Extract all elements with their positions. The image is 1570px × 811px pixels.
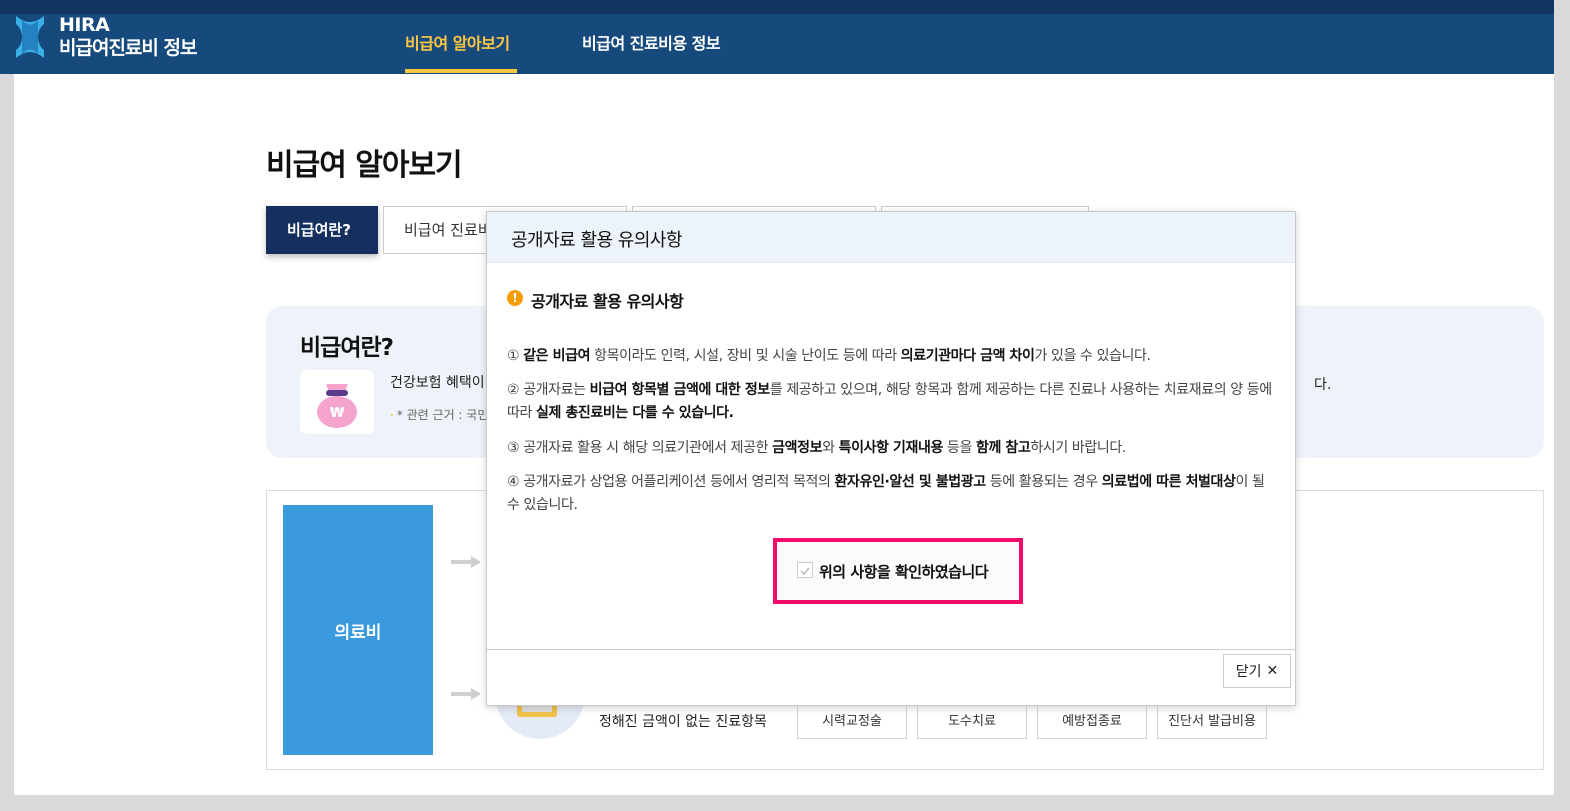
page-scrollbar[interactable] xyxy=(1554,0,1570,811)
svg-text:₩: ₩ xyxy=(330,406,345,421)
page-title: 비급여 알아보기 xyxy=(266,148,463,183)
notice-item-2: ② 공개자료는 비급여 항목별 금액에 대한 정보를 제공하고 있으며, 해당 … xyxy=(507,382,1272,421)
chip-vision-correction: 시력교정술 xyxy=(797,703,907,739)
arrow-right-icon xyxy=(451,688,481,700)
medical-cost-box: 의료비 xyxy=(283,505,433,755)
modal-header: 공개자료 활용 유의사항 xyxy=(487,212,1295,263)
site-header: HIRA 비급여진료비 정보 비급여 알아보기 비급여 진료비용 정보 xyxy=(0,14,1570,74)
nav-item-cost-info[interactable]: 비급여 진료비용 정보 xyxy=(582,30,721,54)
diagram-lower-text: 정해진 금액이 없는 진료항목 xyxy=(599,714,767,730)
warning-icon: ! xyxy=(507,290,523,306)
tab-what-is-noncovered[interactable]: 비급여란? xyxy=(266,206,378,254)
arrow-right-icon xyxy=(451,556,481,568)
close-button[interactable]: 닫기 ✕ xyxy=(1223,654,1291,688)
close-icon: ✕ xyxy=(1266,663,1279,679)
notice-item-3: ③ 공개자료 활용 시 해당 의료기관에서 제공한 금액정보와 특이사항 기재내… xyxy=(507,440,1126,456)
modal-title: 공개자료 활용 유의사항 xyxy=(511,230,683,251)
notice-modal: 공개자료 활용 유의사항 ! 공개자료 활용 유의사항 ① 같은 비급여 항목이… xyxy=(486,211,1296,706)
info-title: 비급여란? xyxy=(300,335,394,361)
logo-text-service[interactable]: 비급여진료비 정보 xyxy=(59,33,197,60)
chip-manual-therapy: 도수치료 xyxy=(917,703,1027,739)
notice-item-4: ④ 공개자료가 상업용 어플리케이션 등에서 영리적 목적의 환자유인·알선 및… xyxy=(507,474,1265,513)
info-description-end: 다. xyxy=(1314,377,1332,393)
confirm-checkbox[interactable] xyxy=(797,562,813,578)
nav-item-about[interactable]: 비급여 알아보기 xyxy=(405,30,510,54)
chip-vaccination: 예방접종료 xyxy=(1037,703,1147,739)
checkmark-icon xyxy=(800,567,810,576)
chip-certificate-fee: 진단서 발급비용 xyxy=(1157,703,1267,739)
nav-active-underline xyxy=(405,69,517,73)
top-strip xyxy=(0,0,1570,14)
close-button-label: 닫기 xyxy=(1235,664,1262,680)
notice-section-title: 공개자료 활용 유의사항 xyxy=(531,292,684,311)
notice-item-1: ① 같은 비급여 항목이라도 인력, 시설, 장비 및 시술 난이도 등에 따라… xyxy=(507,348,1151,364)
info-legal-note: · * 관련 근거 : 국민건 xyxy=(390,408,500,422)
confirm-label[interactable]: 위의 사항을 확인하였습니다 xyxy=(819,561,989,582)
money-bag-icon: ₩ xyxy=(300,370,374,434)
confirm-highlight-box: 위의 사항을 확인하였습니다 xyxy=(773,538,1023,604)
hira-logo-icon[interactable] xyxy=(12,14,48,60)
modal-divider xyxy=(487,649,1295,650)
